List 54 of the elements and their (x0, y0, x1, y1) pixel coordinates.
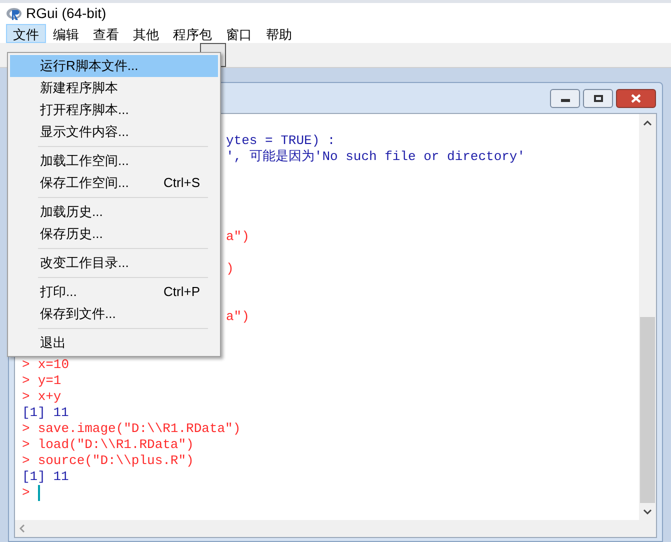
close-button[interactable] (616, 88, 656, 108)
command-text: a") (226, 229, 250, 245)
command-text: ) (226, 261, 234, 277)
menu-entry[interactable]: 退出 (10, 332, 218, 354)
scroll-down-icon (643, 508, 652, 514)
minimize-button[interactable] (550, 88, 580, 108)
shortcut-label: Ctrl+S (164, 174, 200, 192)
command-text: y=1 (38, 373, 62, 389)
menu-item[interactable]: 编辑 (46, 24, 86, 43)
close-icon (631, 94, 641, 102)
scroll-up-icon (643, 120, 652, 126)
prompt: > (22, 437, 30, 453)
prompt: > (22, 453, 30, 469)
prompt: > (22, 389, 30, 405)
output-text: [1] 11 (22, 469, 69, 485)
menu-entry[interactable]: 打开程序脚本... (10, 99, 218, 121)
menu-entry[interactable]: 运行R脚本文件... (10, 55, 218, 77)
scrollbar-thumb[interactable] (640, 317, 655, 503)
vertical-scrollbar[interactable] (639, 114, 656, 520)
r-logo-icon (6, 6, 22, 20)
scroll-left-icon (19, 524, 25, 533)
window-title: RGui (64-bit) (26, 4, 106, 23)
prompt: > (22, 357, 30, 373)
restore-button[interactable] (583, 88, 613, 108)
menu-entry[interactable]: 保存历史... (10, 223, 218, 245)
menu-item[interactable]: 其他 (126, 24, 166, 43)
command-text: save.image("D:\\R1.RData") (38, 421, 241, 437)
prompt: > (22, 485, 30, 501)
menu-entry[interactable]: 显示文件内容... (10, 121, 218, 143)
output-text: ytes = TRUE) : (226, 133, 336, 149)
shortcut-label: Ctrl+P (164, 283, 200, 302)
menu-item[interactable]: 帮助 (259, 24, 299, 43)
horizontal-scrollbar[interactable] (15, 520, 656, 537)
menu-item[interactable]: 程序包 (166, 24, 219, 43)
command-text: a") (226, 309, 250, 325)
menu-entry[interactable]: 加载工作空间... (10, 150, 218, 172)
command-text: x=10 (38, 357, 70, 373)
prompt: > (22, 421, 30, 437)
command-text: x+y (38, 389, 62, 405)
menu-entry[interactable]: 保存到文件... (10, 303, 218, 325)
menu-entry[interactable]: 改变工作目录... (10, 252, 218, 274)
menu-entry[interactable]: 打印... Ctrl+P (10, 281, 218, 303)
command-text: load("D:\\R1.RData") (38, 437, 194, 453)
output-text: ', 可能是因为'No such file or directory' (226, 149, 526, 165)
menu-item[interactable]: 窗口 (219, 24, 259, 43)
text-cursor (38, 485, 40, 501)
menu-entry[interactable]: 新建程序脚本 (10, 77, 218, 99)
menu-entry[interactable]: 保存工作空间... Ctrl+S (10, 172, 218, 194)
prompt: > (22, 373, 30, 389)
menu-item[interactable]: 查看 (86, 24, 126, 43)
output-text: [1] 11 (22, 405, 69, 421)
menu-entry[interactable]: 加载历史... (10, 201, 218, 223)
menu-item[interactable]: 文件 (6, 24, 46, 43)
command-text: source("D:\\plus.R") (38, 453, 194, 469)
